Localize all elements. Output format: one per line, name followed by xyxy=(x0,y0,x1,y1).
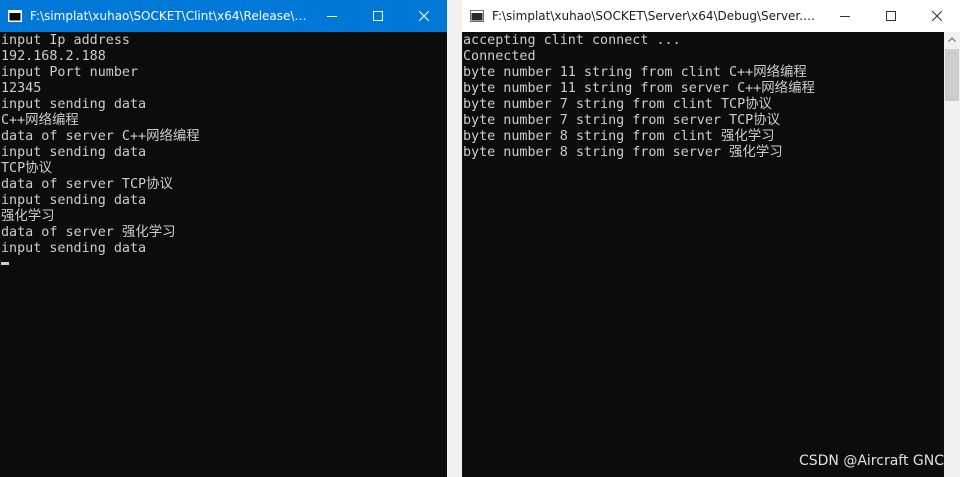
window-title: F:\simplat\xuhao\SOCKET\Server\x64\Debug… xyxy=(492,9,822,23)
console-line: byte number 11 string from clint C++网络编程 xyxy=(463,65,807,80)
minimize-button[interactable] xyxy=(822,0,868,32)
console-line: C++网络编程 xyxy=(1,113,79,128)
close-icon xyxy=(932,11,942,21)
console-line: input sending data xyxy=(1,145,147,160)
console-line: byte number 7 string from server TCP协议 xyxy=(463,113,781,128)
console-app-icon xyxy=(470,10,484,22)
console-line: input Ip address xyxy=(1,33,130,48)
console-line: data of server C++网络编程 xyxy=(1,129,200,144)
scroll-up-arrow-icon xyxy=(948,37,956,42)
watermark: CSDN @Aircraft GNC xyxy=(798,453,944,469)
console-line: TCP协议 xyxy=(1,161,52,176)
console-line: input sending data xyxy=(1,241,147,256)
close-button[interactable] xyxy=(401,0,447,32)
console-output[interactable]: input Ip address 192.168.2.188 input Por… xyxy=(0,33,447,477)
console-line: input Port number xyxy=(1,65,139,80)
console-line: byte number 7 string from clint TCP协议 xyxy=(463,97,772,112)
text-cursor xyxy=(1,262,9,265)
console-line: data of server TCP协议 xyxy=(1,177,173,192)
close-button[interactable] xyxy=(914,0,960,32)
minimize-icon xyxy=(327,16,337,17)
console-app-icon xyxy=(8,10,22,22)
console-output[interactable]: accepting clint connect ... Connected by… xyxy=(462,33,944,477)
maximize-button[interactable] xyxy=(355,0,401,32)
console-line: byte number 8 string from server 强化学习 xyxy=(463,145,783,160)
scroll-thumb[interactable] xyxy=(945,49,959,101)
vertical-scrollbar[interactable] xyxy=(944,32,960,477)
console-line: 12345 xyxy=(1,81,42,96)
window-gap xyxy=(447,0,462,477)
window-title: F:\simplat\xuhao\SOCKET\Clint\x64\Releas… xyxy=(30,9,309,23)
minimize-button[interactable] xyxy=(309,0,355,32)
close-icon xyxy=(419,11,429,21)
console-line: byte number 11 string from server C++网络编… xyxy=(463,81,815,96)
console-line: Connected xyxy=(463,49,536,64)
minimize-icon xyxy=(840,16,850,17)
console-line: 强化学习 xyxy=(1,209,55,224)
titlebar[interactable]: F:\simplat\xuhao\SOCKET\Clint\x64\Releas… xyxy=(0,0,447,32)
maximize-icon xyxy=(886,11,896,21)
maximize-button[interactable] xyxy=(868,0,914,32)
titlebar[interactable]: F:\simplat\xuhao\SOCKET\Server\x64\Debug… xyxy=(462,0,960,32)
console-line: data of server 强化学习 xyxy=(1,225,176,240)
server-console-window[interactable]: F:\simplat\xuhao\SOCKET\Server\x64\Debug… xyxy=(462,0,960,477)
console-line: input sending data xyxy=(1,97,147,112)
console-line: input sending data xyxy=(1,193,147,208)
console-line: byte number 8 string from clint 强化学习 xyxy=(463,129,775,144)
console-line: accepting clint connect ... xyxy=(463,33,681,48)
console-line: 192.168.2.188 xyxy=(1,49,106,64)
client-console-window[interactable]: F:\simplat\xuhao\SOCKET\Clint\x64\Releas… xyxy=(0,0,447,477)
scroll-up-button[interactable] xyxy=(944,32,960,49)
maximize-icon xyxy=(373,11,383,21)
